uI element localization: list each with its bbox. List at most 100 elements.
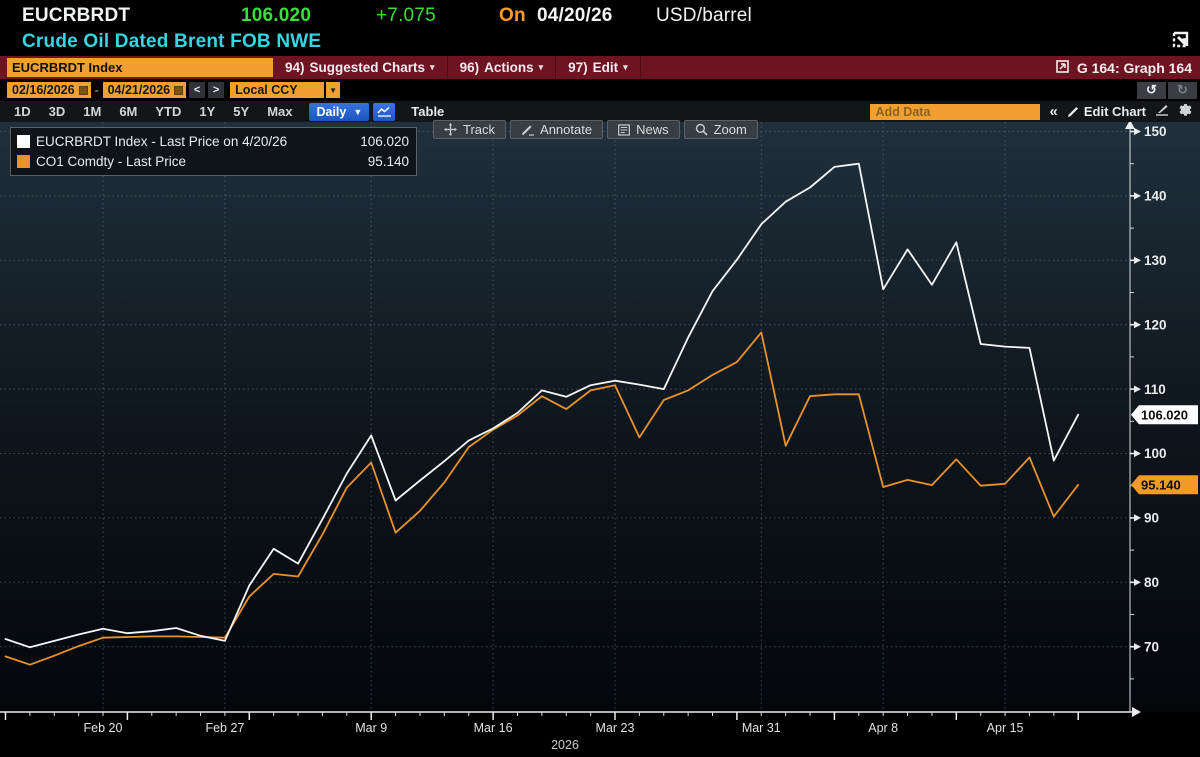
x-tick-label: Mar 31 xyxy=(742,721,781,735)
chevron-down-icon: ▾ xyxy=(430,62,435,73)
currency-select[interactable]: Local CCY xyxy=(230,82,324,98)
last-price: 106.020 xyxy=(241,5,311,27)
pencil-icon xyxy=(1067,106,1079,118)
x-tick-label: Feb 27 xyxy=(205,721,244,735)
graph-label: G 164: Graph 164 xyxy=(1077,60,1192,76)
zoom-magnifier-icon xyxy=(695,123,708,136)
end-date-input[interactable]: 04/21/2026 xyxy=(103,82,187,98)
svg-text:95.140: 95.140 xyxy=(1141,478,1181,493)
legend-value: 106.020 xyxy=(360,134,409,149)
co1-swatch xyxy=(17,155,30,168)
legend-label: CO1 Comdty - Last Price xyxy=(36,154,186,169)
add-data-input[interactable]: Add Data xyxy=(870,104,1040,120)
news-icon xyxy=(618,124,630,136)
track-crosshair-icon xyxy=(444,123,457,136)
y-tick-label: 110 xyxy=(1144,382,1166,397)
tab-6m[interactable]: 6M xyxy=(110,104,146,119)
news-button[interactable]: News xyxy=(607,120,680,139)
edit-chart-button[interactable]: Edit Chart xyxy=(1067,104,1146,119)
chart-legend: EUCRBRDT Index - Last Price on 4/20/26 1… xyxy=(10,127,417,176)
annotate-button[interactable]: Annotate xyxy=(510,120,603,139)
annotate-pencil-icon xyxy=(521,124,534,136)
tab-1m[interactable]: 1M xyxy=(74,104,110,119)
redo-button[interactable]: ↻ xyxy=(1168,82,1197,99)
calendar-icon xyxy=(79,86,88,95)
track-button[interactable]: Track xyxy=(433,120,506,139)
chart-toolbar: Track Annotate News Zoom xyxy=(433,120,758,139)
zoom-button[interactable]: Zoom xyxy=(684,120,758,139)
settings-gear-icon[interactable] xyxy=(1178,103,1192,120)
range-back-button[interactable]: < xyxy=(189,82,205,98)
menu-item-suggested-charts[interactable]: 94) Suggested Charts ▾ xyxy=(273,56,448,79)
y-tick-label: 70 xyxy=(1144,639,1159,654)
undo-button[interactable]: ↺ xyxy=(1137,82,1166,99)
legend-item-co1[interactable]: CO1 Comdty - Last Price 95.140 xyxy=(17,151,409,171)
security-description: Crude Oil Dated Brent FOB NWE xyxy=(22,31,321,53)
tab-5y[interactable]: 5Y xyxy=(224,104,258,119)
y-tick-label: 90 xyxy=(1144,511,1159,526)
frequency-select[interactable]: Daily ▼ xyxy=(309,103,369,121)
plot-background xyxy=(0,122,1200,712)
x-tick-label: Mar 23 xyxy=(596,721,635,735)
y-tick-label: 120 xyxy=(1144,317,1167,332)
legend-value: 95.140 xyxy=(368,154,409,169)
track-label: Track xyxy=(463,122,495,137)
tab-table[interactable]: Table xyxy=(411,104,444,119)
tab-1d[interactable]: 1D xyxy=(5,104,40,119)
menu-label: Edit xyxy=(593,60,619,75)
line-chart-icon xyxy=(377,106,392,117)
x-tick-label: Mar 16 xyxy=(474,721,513,735)
legend-item-eucrbrdt[interactable]: EUCRBRDT Index - Last Price on 4/20/26 1… xyxy=(17,131,409,151)
on-label: On xyxy=(499,5,526,27)
x-tick-label: Apr 8 xyxy=(868,721,898,735)
x-axis-year-label: 2026 xyxy=(551,738,579,752)
edit-chart-label: Edit Chart xyxy=(1084,104,1146,119)
x-tick-label: Apr 15 xyxy=(987,721,1024,735)
range-bar: 02/16/2026 - 04/21/2026 < > Local CCY ▼ … xyxy=(0,79,1200,101)
zoom-label: Zoom xyxy=(714,122,747,137)
price-change: +7.075 xyxy=(376,5,436,27)
currency-dropdown-button[interactable]: ▼ xyxy=(326,82,340,98)
tab-ytd[interactable]: YTD xyxy=(146,104,190,119)
start-date-input[interactable]: 02/16/2026 xyxy=(7,82,91,98)
chevron-down-icon: ▼ xyxy=(353,107,362,117)
price-date: 04/20/26 xyxy=(537,5,613,27)
y-tick-label: 130 xyxy=(1144,253,1167,268)
end-date-value: 04/21/2026 xyxy=(108,83,171,97)
bloomberg-terminal-window: 70 80 90 100 110 120 130 140 150 Feb 20 Feb 27 Mar … xyxy=(0,0,1200,757)
menu-item-edit[interactable]: 97) Edit ▾ xyxy=(556,56,641,79)
x-tick-label: Feb 20 xyxy=(84,721,123,735)
ticker-symbol: EUCRBRDT xyxy=(22,5,130,27)
x-tick-label: Mar 9 xyxy=(355,721,387,735)
last-price-tag: 95.140 xyxy=(1131,475,1198,494)
start-date-value: 02/16/2026 xyxy=(12,83,75,97)
menu-label: Actions xyxy=(484,60,534,75)
y-tick-label: 140 xyxy=(1144,189,1167,204)
y-tick-label: 80 xyxy=(1144,575,1159,590)
calendar-icon xyxy=(174,86,183,95)
price-unit: USD/barrel xyxy=(656,5,752,27)
tab-max[interactable]: Max xyxy=(258,104,301,119)
popout-graph-icon xyxy=(1056,60,1069,76)
tab-3d[interactable]: 3D xyxy=(40,104,75,119)
y-tick-label: 100 xyxy=(1144,446,1167,461)
chevron-down-icon: ▾ xyxy=(623,62,628,73)
menu-key: 94) xyxy=(285,60,305,75)
range-forward-button[interactable]: > xyxy=(208,82,224,98)
line-chart-type-button[interactable] xyxy=(373,103,395,121)
graph-reference[interactable]: G 164: Graph 164 xyxy=(1056,60,1192,76)
news-label: News xyxy=(636,122,669,137)
currency-value: Local CCY xyxy=(235,83,298,97)
frequency-value: Daily xyxy=(316,105,346,119)
annotate-chart-icon[interactable] xyxy=(1155,104,1169,119)
y-tick-label: 150 xyxy=(1144,124,1167,139)
annotate-label: Annotate xyxy=(540,122,592,137)
menu-item-actions[interactable]: 96) Actions ▾ xyxy=(448,56,557,79)
tab-1y[interactable]: 1Y xyxy=(190,104,224,119)
collapse-panel-button[interactable]: « xyxy=(1050,103,1058,120)
menu-key: 97) xyxy=(568,60,588,75)
popout-window-icon[interactable] xyxy=(1170,30,1194,59)
chevron-down-icon: ▾ xyxy=(539,62,544,73)
menu-key: 96) xyxy=(460,60,480,75)
security-input[interactable]: EUCRBRDT Index xyxy=(7,58,273,77)
